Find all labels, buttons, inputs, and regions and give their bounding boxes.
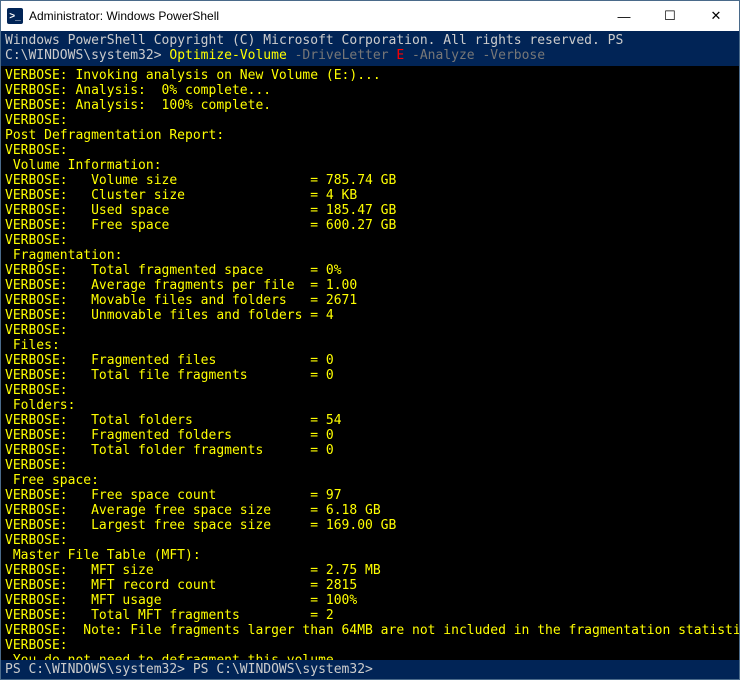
output-line: VERBOSE: Largest free space size = 169.0… (5, 518, 396, 533)
output-line: VERBOSE: (5, 113, 68, 128)
output-line: VERBOSE: Volume size = 785.74 GB (5, 173, 396, 188)
output-line: VERBOSE: Total MFT fragments = 2 (5, 608, 334, 623)
output-line: VERBOSE: (5, 323, 68, 338)
output-line: VERBOSE: Free space count = 97 (5, 488, 342, 503)
output-line: Folders: (5, 398, 75, 413)
minimize-button[interactable]: — (601, 1, 647, 31)
banner-line2: Copyright (C) Microsoft Corporation. All… (154, 33, 600, 48)
output-line: Master File Table (MFT): (5, 548, 201, 563)
output-line: VERBOSE: (5, 143, 68, 158)
param-verbose: -Verbose (482, 48, 545, 63)
output-line: VERBOSE: Average free space size = 6.18 … (5, 503, 381, 518)
arg-drive: E (396, 48, 404, 63)
output-line: VERBOSE: Total folder fragments = 0 (5, 443, 334, 458)
close-button[interactable]: ✕ (693, 1, 739, 31)
prompt-area[interactable]: PS C:\WINDOWS\system32> PS C:\WINDOWS\sy… (1, 660, 739, 679)
output-line: Volume Information: (5, 158, 162, 173)
output-line: VERBOSE: Note: File fragments larger tha… (5, 623, 739, 638)
output-line: VERBOSE: Free space = 600.27 GB (5, 218, 396, 233)
output-line: Files: (5, 338, 60, 353)
output-line: Fragmentation: (5, 248, 122, 263)
output-line: VERBOSE: MFT record count = 2815 (5, 578, 357, 593)
output-line: VERBOSE: (5, 233, 68, 248)
output-line: VERBOSE: (5, 383, 68, 398)
output-line: VERBOSE: Total file fragments = 0 (5, 368, 334, 383)
output-line: VERBOSE: Fragmented files = 0 (5, 353, 334, 368)
output-line: Free space: (5, 473, 99, 488)
banner-line1: Windows PowerShell (5, 33, 146, 48)
powershell-window: >_ Administrator: Windows PowerShell — ☐… (0, 0, 740, 680)
output-line: VERBOSE: Invoking analysis on New Volume… (5, 68, 381, 83)
output-line: VERBOSE: Average fragments per file = 1.… (5, 278, 357, 293)
param-analyze: -Analyze (412, 48, 475, 63)
window-controls: — ☐ ✕ (601, 1, 739, 31)
output-line: VERBOSE: Analysis: 0% complete... (5, 83, 271, 98)
output-line: Post Defragmentation Report: (5, 128, 224, 143)
output-line: You do not need to defragment this volum… (5, 653, 342, 660)
param-driveletter: -DriveLetter (295, 48, 389, 63)
output-line: VERBOSE: Used space = 185.47 GB (5, 203, 396, 218)
output-line: VERBOSE: Unmovable files and folders = 4 (5, 308, 334, 323)
output-line: VERBOSE: Fragmented folders = 0 (5, 428, 334, 443)
output-line: VERBOSE: (5, 458, 68, 473)
output-line: VERBOSE: (5, 638, 68, 653)
prompt-line: PS C:\WINDOWS\system32> (193, 662, 373, 677)
window-title: Administrator: Windows PowerShell (29, 9, 601, 23)
output-line: VERBOSE: MFT size = 2.75 MB (5, 563, 381, 578)
prompt-line: PS C:\WINDOWS\system32> (5, 662, 185, 677)
command: Optimize-Volume (169, 48, 286, 63)
terminal-output[interactable]: VERBOSE: Invoking analysis on New Volume… (1, 66, 739, 660)
output-line: VERBOSE: MFT usage = 100% (5, 593, 357, 608)
app-icon: >_ (7, 8, 23, 24)
output-line: VERBOSE: (5, 533, 68, 548)
output-line: VERBOSE: Cluster size = 4 KB (5, 188, 357, 203)
output-line: VERBOSE: Analysis: 100% complete. (5, 98, 271, 113)
output-line: VERBOSE: Movable files and folders = 267… (5, 293, 357, 308)
titlebar[interactable]: >_ Administrator: Windows PowerShell — ☐… (1, 1, 739, 31)
output-line: VERBOSE: Total fragmented space = 0% (5, 263, 342, 278)
output-line: VERBOSE: Total folders = 54 (5, 413, 342, 428)
maximize-button[interactable]: ☐ (647, 1, 693, 31)
banner: Windows PowerShell Copyright (C) Microso… (1, 31, 739, 66)
